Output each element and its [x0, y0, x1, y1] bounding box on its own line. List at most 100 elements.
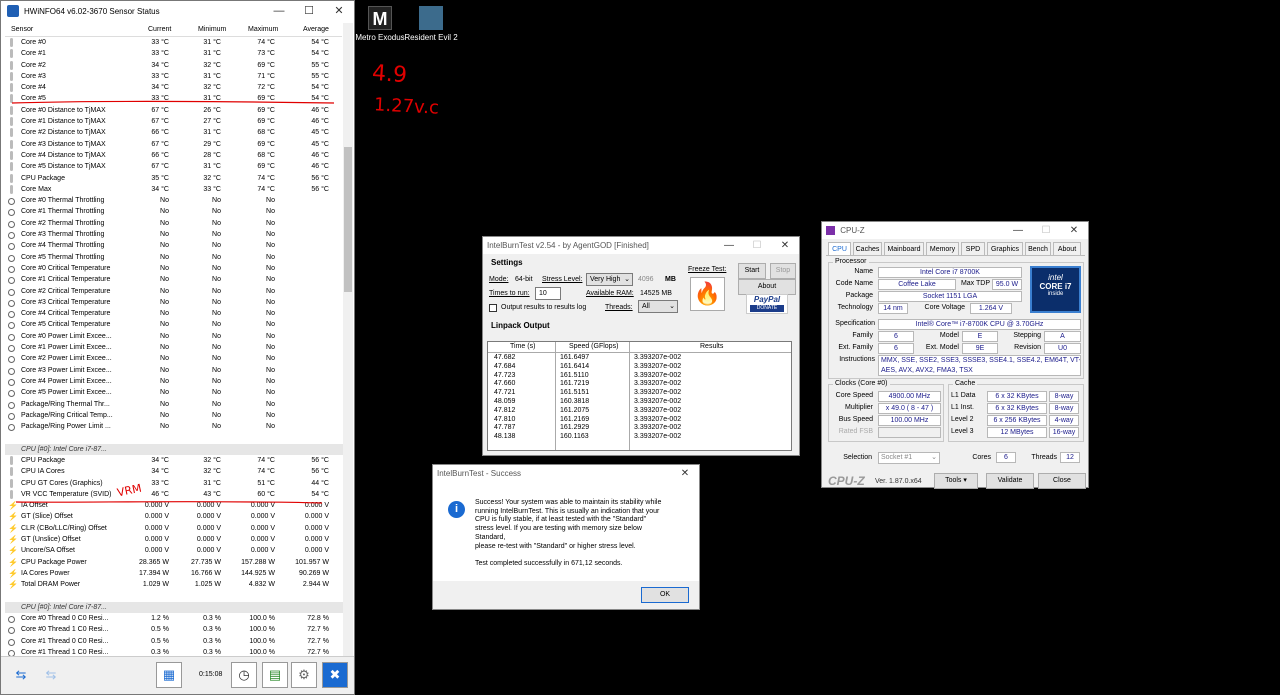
tab-spd[interactable]: SPD [961, 242, 985, 255]
lp-speed: 161.6414 [560, 362, 590, 370]
output-log-label: Output results to results log [501, 304, 587, 311]
socket-select[interactable]: Socket #1 ⌄ [878, 452, 940, 464]
close-icon[interactable]: ✕ [771, 237, 799, 254]
lp-speed: 161.5151 [560, 389, 590, 397]
lp-time: 47.684 [494, 362, 516, 370]
times-value: 10 [539, 290, 547, 297]
tab-memory[interactable]: Memory [926, 242, 959, 255]
lp-time: 47.723 [494, 371, 516, 379]
revision-value: U0 [1044, 343, 1081, 354]
tab-caches[interactable]: Caches [853, 242, 882, 255]
msg-line: Test completed successfully in 671,12 se… [475, 559, 623, 567]
minimize-icon[interactable]: — [1004, 222, 1032, 239]
chevron-down-icon: ⌄ [669, 303, 675, 310]
threads-select[interactable]: All ⌄ [638, 300, 678, 313]
chevron-down-icon: ⌄ [931, 454, 937, 461]
success-title: IntelBurnTest - Success [437, 469, 522, 478]
ram-label: Available RAM: [586, 290, 634, 297]
cores-value: 6 [996, 452, 1016, 463]
l2-value: 6 x 256 KBytes [987, 415, 1047, 426]
l1d-ways: 8-way [1049, 391, 1079, 402]
instructions-label: Instructions [839, 356, 875, 363]
ibt-titlebar[interactable]: IntelBurnTest v2.54 - by AgentGOD [Finis… [483, 237, 799, 254]
stepping-label: Stepping [1013, 332, 1041, 339]
threads-label: Threads [1031, 454, 1057, 461]
success-dialog: IntelBurnTest - Success ✕ i Success! You… [432, 464, 700, 610]
instructions-value: MMX, SSE, SSE2, SSE3, SSSE3, SSE4.1, SSE… [878, 355, 1081, 376]
tab-cpu[interactable]: CPU [828, 242, 851, 255]
lp-col-time: Time (s) [510, 343, 536, 350]
about-button[interactable]: About [738, 279, 796, 295]
paypal-donate-button[interactable]: PayPal DONATE [746, 294, 788, 314]
output-log-checkbox[interactable] [489, 304, 497, 312]
stepping-value: A [1044, 331, 1081, 342]
linpack-row: 47.721 161.5151 3.393207e-002 [488, 389, 791, 398]
lp-result: 3.393207e-002 [634, 354, 682, 361]
clocks-legend: Clocks (Core #0) [833, 380, 890, 387]
close-button[interactable]: Close [1038, 473, 1086, 489]
selection-label: Selection [843, 454, 872, 461]
chevron-down-icon: ⌄ [624, 276, 630, 283]
info-icon: i [448, 501, 465, 518]
linpack-row: 47.723 161.5110 3.393207e-002 [488, 372, 791, 381]
underline-vr-vcc [15, 501, 323, 504]
lp-time: 47.812 [494, 406, 516, 414]
linpack-row: 48.059 160.3818 3.393207e-002 [488, 398, 791, 407]
cpuz-title: CPU-Z [840, 226, 865, 235]
tab-bench[interactable]: Bench [1025, 242, 1051, 255]
donate-label: DONATE [750, 305, 784, 312]
lp-time: 48.059 [494, 397, 516, 405]
tdp-label: Max TDP [960, 280, 990, 287]
maximize-icon: ☐ [752, 240, 762, 251]
codename-value: Coffee Lake [878, 279, 956, 290]
success-titlebar[interactable]: IntelBurnTest - Success ✕ [433, 465, 699, 482]
lp-speed: 160.3818 [560, 397, 590, 405]
intelburntest-window: IntelBurnTest v2.54 - by AgentGOD [Finis… [482, 236, 800, 456]
stress-size: 4096 [638, 276, 654, 283]
ram-value: 14525 MB [640, 290, 672, 297]
l2-label: Level 2 [951, 416, 974, 423]
tab-divider [826, 255, 1085, 256]
close-icon[interactable]: ✕ [1060, 222, 1088, 239]
tab-graphics[interactable]: Graphics [987, 242, 1023, 255]
msg-line: Success! Your system was able to maintai… [475, 499, 662, 506]
times-to-run-input[interactable]: 10 [535, 287, 561, 300]
stress-level-select[interactable]: Very High ⌄ [586, 273, 633, 286]
stop-button: Stop [770, 263, 796, 279]
underline-core5 [11, 100, 335, 104]
clocks-group: Clocks (Core #0) Core Speed 4900.00 MHz … [828, 380, 944, 442]
lp-result: 3.393207e-002 [634, 362, 682, 370]
tab-mainboard[interactable]: Mainboard [884, 242, 924, 255]
settings-heading: Settings [491, 258, 523, 267]
socket-value: Socket #1 [881, 454, 913, 461]
ok-button[interactable]: OK [641, 587, 689, 603]
lp-speed: 161.7219 [560, 380, 590, 388]
linpack-row: 47.682 161.6497 3.393207e-002 [488, 354, 791, 363]
tools-button[interactable]: Tools ▾ [934, 473, 978, 489]
msg-line: running IntelBurnTest. This is usually a… [475, 507, 660, 515]
mode-label: Mode: [489, 276, 509, 283]
chevron-down-icon: ▾ [963, 477, 967, 484]
lp-time: 47.810 [494, 415, 516, 423]
l3-label: Level 3 [951, 428, 974, 435]
l1i-value: 6 x 32 KBytes [987, 403, 1047, 414]
threads-value: 12 [1060, 452, 1080, 463]
close-icon[interactable]: ✕ [671, 465, 699, 482]
processor-legend: Processor [833, 258, 869, 265]
l1d-value: 6 x 32 KBytes [987, 391, 1047, 402]
multiplier-value: x 49.0 ( 8 - 47 ) [878, 403, 941, 414]
multiplier-label: Multiplier [844, 404, 873, 411]
lp-result: 3.393207e-002 [634, 424, 682, 432]
cpuz-titlebar[interactable]: CPU-Z — ☐ ✕ [822, 222, 1088, 239]
spec-label: Specification [835, 320, 875, 327]
tab-about[interactable]: About [1053, 242, 1081, 255]
voltage-value: 1.264 V [970, 303, 1012, 314]
codename-label: Code Name [835, 280, 873, 287]
linpack-row: 47.787 161.2929 3.393207e-002 [488, 424, 791, 433]
technology-label: Technology [837, 304, 873, 311]
start-button[interactable]: Start [738, 263, 766, 279]
instructions-line: AES, AVX, AVX2, FMA3, TSX [881, 366, 973, 374]
minimize-icon[interactable]: — [715, 237, 743, 254]
validate-button[interactable]: Validate [986, 473, 1034, 489]
lp-result: 3.393207e-002 [634, 397, 682, 405]
